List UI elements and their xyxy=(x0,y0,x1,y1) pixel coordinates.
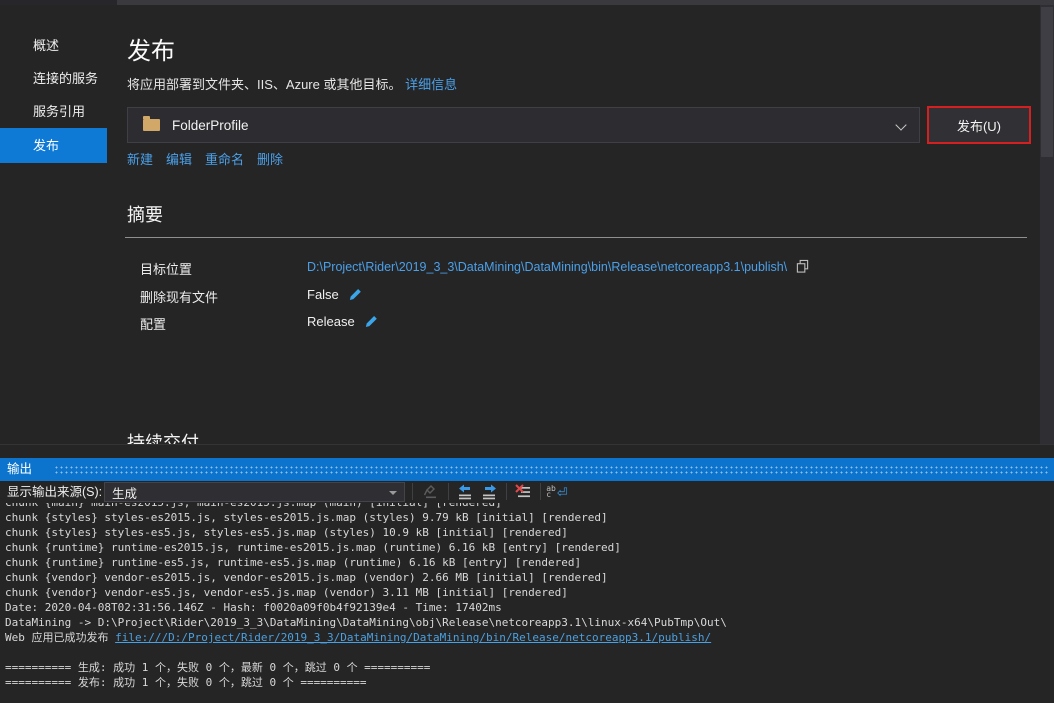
new-profile-link[interactable]: 新建 xyxy=(127,149,153,168)
copy-icon[interactable] xyxy=(796,259,809,274)
output-titlebar[interactable]: 输出 xyxy=(0,458,1054,481)
publish-page-pane: 概述 连接的服务 服务引用 发布 发布 将应用部署到文件夹、IIS、Azure … xyxy=(0,5,1054,444)
console-text: chunk {vendor} vendor-es5.js, vendor-es5… xyxy=(5,586,568,599)
next-message-icon[interactable] xyxy=(478,482,500,502)
target-location-link[interactable]: D:\Project\Rider\2019_3_3\DataMining\Dat… xyxy=(307,260,787,274)
console-text: Web 应用已成功发布 xyxy=(5,631,116,644)
profile-actions: 新建 编辑 重命名 删除 xyxy=(127,149,283,168)
chevron-down-icon xyxy=(895,119,907,131)
summary-row-target-location: 目标位置 D:\Project\Rider\2019_3_3\DataMinin… xyxy=(140,259,1030,277)
sidebar-item-connected-services[interactable]: 连接的服务 xyxy=(0,62,107,95)
summary-row-configuration: 配置 Release xyxy=(140,314,1030,332)
console-line: chunk {vendor} vendor-es2015.js, vendor-… xyxy=(5,570,1054,585)
console-text: chunk {runtime} runtime-es2015.js, runti… xyxy=(5,541,621,554)
publish-sidebar: 概述 连接的服务 服务引用 发布 xyxy=(0,5,107,444)
visual-studio-publish-window: 概述 连接的服务 服务引用 发布 发布 将应用部署到文件夹、IIS、Azure … xyxy=(0,0,1054,703)
output-source-value: 生成 xyxy=(112,486,138,501)
console-text: ========== 发布: 成功 1 个，失败 0 个，跳过 0 个 ====… xyxy=(5,676,367,689)
output-source-label: 显示输出来源(S): xyxy=(7,485,103,499)
console-line: DataMining -> D:\Project\Rider\2019_3_3\… xyxy=(5,615,1054,630)
row-label: 配置 xyxy=(140,317,167,332)
publish-button[interactable]: 发布(U) xyxy=(927,106,1031,144)
console-file-link[interactable]: file:///D:/Project/Rider/2019_3_3/DataMi… xyxy=(115,631,711,644)
console-line: chunk {styles} styles-es2015.js, styles-… xyxy=(5,510,1054,525)
console-text: DataMining -> D:\Project\Rider\2019_3_3\… xyxy=(5,616,727,629)
console-text: chunk {runtime} runtime-es5.js, runtime-… xyxy=(5,556,582,569)
sidebar-item-publish[interactable]: 发布 xyxy=(0,128,107,163)
row-label: 删除现有文件 xyxy=(140,290,219,305)
console-line: chunk {main} main-es2015.js, main-es2015… xyxy=(5,503,1054,510)
console-text: Date: 2020-04-08T02:31:56.146Z - Hash: f… xyxy=(5,601,502,614)
folder-icon xyxy=(143,116,160,131)
console-log[interactable]: chunk {main} main-es2015.js, main-es2015… xyxy=(0,503,1054,703)
titlebar-grip-dots xyxy=(54,465,1049,475)
console-text: ========== 生成: 成功 1 个，失败 0 个，最新 0 个，跳过 0… xyxy=(5,661,431,674)
delete-profile-link[interactable]: 删除 xyxy=(257,149,283,168)
details-link[interactable]: 详细信息 xyxy=(405,77,457,92)
sidebar-item-overview[interactable]: 概述 xyxy=(0,29,107,62)
profile-name: FolderProfile xyxy=(172,117,249,133)
console-line: chunk {styles} styles-es5.js, styles-es5… xyxy=(5,525,1054,540)
continuous-delivery-heading: 持续交付 xyxy=(127,433,199,444)
publish-main-content: 发布 将应用部署到文件夹、IIS、Azure 或其他目标。 详细信息 Folde… xyxy=(125,5,1040,444)
page-description: 将应用部署到文件夹、IIS、Azure 或其他目标。 详细信息 xyxy=(127,74,457,93)
row-label: 目标位置 xyxy=(140,262,193,277)
console-text: chunk {main} main-es2015.js, main-es2015… xyxy=(5,503,502,509)
console-line: Date: 2020-04-08T02:31:56.146Z - Hash: f… xyxy=(5,600,1054,615)
summary-heading: 摘要 xyxy=(127,205,163,225)
vertical-scrollbar[interactable] xyxy=(1040,5,1054,444)
dropdown-arrow-icon xyxy=(389,491,397,495)
summary-divider xyxy=(125,237,1027,238)
scrollbar-thumb[interactable] xyxy=(1041,7,1053,157)
toolbar-separator xyxy=(448,483,449,500)
sidebar-item-service-references[interactable]: 服务引用 xyxy=(0,95,107,128)
console-line: ========== 发布: 成功 1 个，失败 0 个，跳过 0 个 ====… xyxy=(5,675,1054,690)
rename-profile-link[interactable]: 重命名 xyxy=(205,149,244,168)
output-title: 输出 xyxy=(7,462,33,476)
console-text: chunk {styles} styles-es2015.js, styles-… xyxy=(5,511,608,524)
console-line: chunk {vendor} vendor-es5.js, vendor-es5… xyxy=(5,585,1054,600)
word-wrap-icon[interactable]: ab c ⏎ xyxy=(546,482,568,502)
configuration-value: Release xyxy=(307,314,355,329)
publish-profile-dropdown[interactable]: FolderProfile xyxy=(127,107,920,143)
edit-pencil-icon[interactable] xyxy=(348,288,362,301)
toolbar-separator xyxy=(540,483,541,500)
console-line: ========== 生成: 成功 1 个，失败 0 个，最新 0 个，跳过 0… xyxy=(5,660,1054,675)
console-line: chunk {runtime} runtime-es2015.js, runti… xyxy=(5,540,1054,555)
console-line: chunk {runtime} runtime-es5.js, runtime-… xyxy=(5,555,1054,570)
output-toolbar: 显示输出来源(S): 生成 ab c ⏎ xyxy=(0,481,1054,503)
edit-profile-link[interactable]: 编辑 xyxy=(166,149,192,168)
summary-row-delete-existing: 删除现有文件 False xyxy=(140,287,1030,305)
output-panel: 输出 显示输出来源(S): 生成 ab c ⏎ chunk {styles} s… xyxy=(0,458,1054,703)
find-message-icon[interactable] xyxy=(419,482,441,502)
description-text: 将应用部署到文件夹、IIS、Azure 或其他目标。 xyxy=(127,77,402,92)
pane-splitter[interactable] xyxy=(0,444,1054,459)
console-text: chunk {vendor} vendor-es2015.js, vendor-… xyxy=(5,571,608,584)
console-line: Web 应用已成功发布 file:///D:/Project/Rider/201… xyxy=(5,630,1054,645)
toolbar-separator xyxy=(412,483,413,500)
delete-existing-value: False xyxy=(307,287,339,302)
console-text: chunk {styles} styles-es5.js, styles-es5… xyxy=(5,526,568,539)
clear-all-icon[interactable] xyxy=(512,482,534,502)
output-source-dropdown[interactable]: 生成 xyxy=(104,482,405,502)
edit-pencil-icon[interactable] xyxy=(364,315,378,328)
previous-message-icon[interactable] xyxy=(454,482,476,502)
page-title: 发布 xyxy=(127,38,175,65)
toolbar-separator xyxy=(506,483,507,500)
